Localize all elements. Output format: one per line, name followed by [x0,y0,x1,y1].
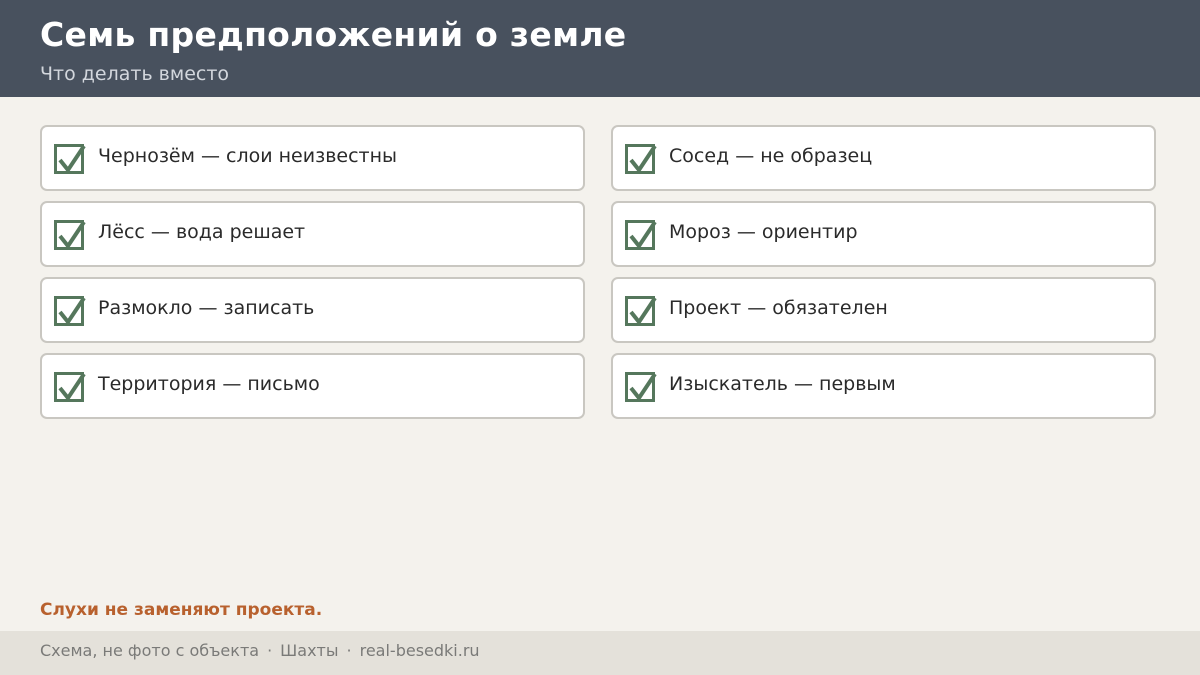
checkbox-checked-icon [54,220,86,250]
checkbox-checked-icon [625,372,657,402]
checklist-item: Размокло — записать [40,277,585,343]
footer-separator: · [267,641,273,660]
checklist-item-label: Территория — письмо [98,373,320,395]
checklist-item: Территория — письмо [40,353,585,419]
checklist-item: Лёсс — вода решает [40,201,585,267]
checklist-grid: Чернозём — слои неизвестны Сосед — не об… [40,125,1156,419]
page-title: Семь предположений о земле [40,15,627,54]
checklist-item-label: Чернозём — слои неизвестны [98,145,398,167]
checkbox-checked-icon [625,144,657,174]
footer: Схема, не фото с объекта · Шахты · real-bese… [0,631,1200,675]
footer-caption: Схема, не фото с объекта [40,641,260,660]
checklist-item: Проект — обязателен [611,277,1156,343]
slide: Семь предположений о земле Что делать вм… [0,0,1200,675]
checklist-item: Чернозём — слои неизвестны [40,125,585,191]
checklist-item-label: Сосед — не образец [669,145,873,167]
footer-site: real-besedki.ru [359,641,480,660]
header: Семь предположений о земле Что делать вм… [0,0,1200,97]
checklist-item-label: Размокло — записать [98,297,315,319]
footer-separator: · [346,641,352,660]
checklist-item: Изыскатель — первым [611,353,1156,419]
checklist-item-label: Проект — обязателен [669,297,888,319]
checkbox-checked-icon [54,372,86,402]
checkbox-checked-icon [54,144,86,174]
checklist-item-label: Изыскатель — первым [669,373,896,395]
checklist-item-label: Лёсс — вода решает [98,221,306,243]
checkbox-checked-icon [625,296,657,326]
warning-note: Слухи не заменяют проекта. [40,600,323,620]
page-subtitle: Что делать вместо [40,63,230,85]
checklist-item: Сосед — не образец [611,125,1156,191]
checklist-item-label: Мороз — ориентир [669,221,858,243]
checklist-item: Мороз — ориентир [611,201,1156,267]
checkbox-checked-icon [54,296,86,326]
footer-text: Схема, не фото с объекта · Шахты · real-bese… [40,641,480,660]
footer-city: Шахты [280,641,339,660]
checkbox-checked-icon [625,220,657,250]
